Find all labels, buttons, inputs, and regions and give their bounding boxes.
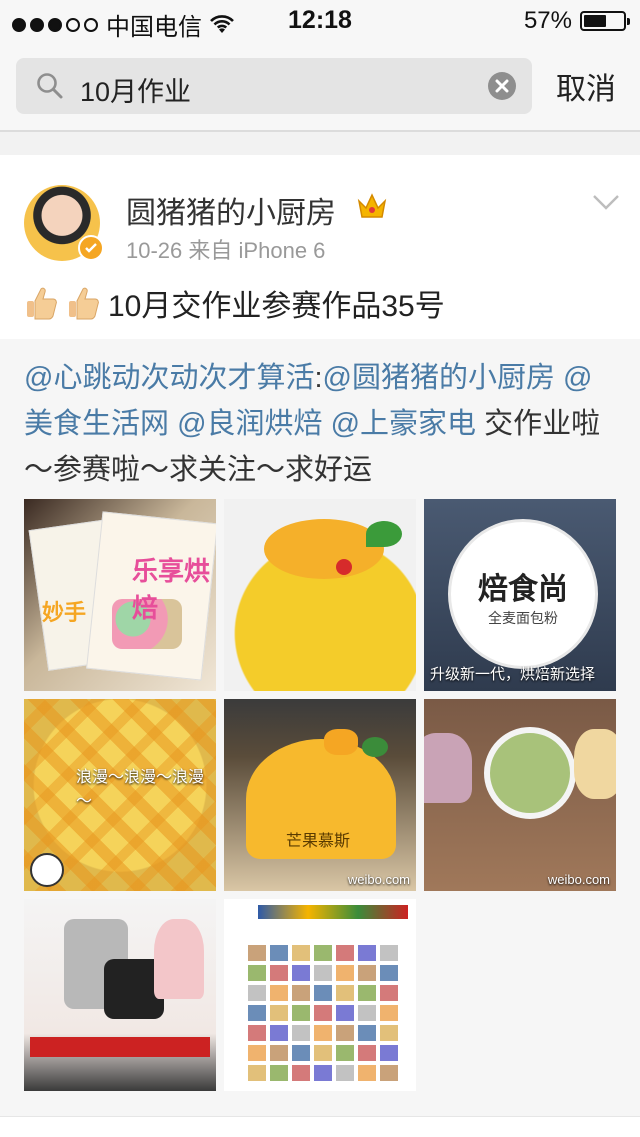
mini-avatar-tile xyxy=(292,985,310,1001)
mini-avatar-tile xyxy=(380,945,398,961)
post-time: 10-26 xyxy=(126,238,183,263)
mini-avatar-tile xyxy=(270,1045,288,1061)
clear-icon[interactable] xyxy=(488,72,516,100)
mention-link[interactable]: @心跳动次动次才算活 xyxy=(24,362,314,394)
mini-avatar-tile xyxy=(336,985,354,1001)
mini-avatar-tile xyxy=(270,1025,288,1041)
cancel-button[interactable]: 取消 xyxy=(556,64,616,108)
mini-avatar-tile xyxy=(292,965,310,981)
stamp-caption: 升级新一代，烘焙新选择 xyxy=(430,666,596,683)
repost-block[interactable]: @心跳动次动次才算活:@圆猪猪的小厨房 @美食生活网 @良润烘焙 @上豪家电 交… xyxy=(0,339,640,1136)
mini-avatar-tile xyxy=(270,965,288,981)
magazine-small-title: 妙手 xyxy=(42,600,87,625)
mini-avatar-tile xyxy=(358,1025,376,1041)
post-source: iPhone 6 xyxy=(238,238,326,263)
search-input[interactable]: 10月作业 xyxy=(16,58,532,114)
mini-avatar-tile xyxy=(314,1045,332,1061)
search-icon xyxy=(37,73,63,99)
search-query: 10月作业 xyxy=(80,77,192,107)
mini-avatar-tile xyxy=(270,1065,288,1081)
mini-avatar-tile xyxy=(248,1025,266,1041)
mini-avatar-tile xyxy=(358,1065,376,1081)
stamp-main-text: 焙食尚 xyxy=(478,573,568,606)
status-right: 57% xyxy=(523,7,630,35)
mini-avatar-tile xyxy=(358,1005,376,1021)
username[interactable]: 圆猪猪的小厨房 xyxy=(126,188,336,232)
mini-avatar-tile xyxy=(292,1065,310,1081)
repost-text: @心跳动次动次才算活:@圆猪猪的小厨房 @美食生活网 @良润烘焙 @上豪家电 交… xyxy=(24,355,620,493)
mini-avatar-tile xyxy=(314,965,332,981)
weibo-post[interactable]: 圆猪猪的小厨房 10-26 来自 iPhone 6 10月交作业参赛作品35号 … xyxy=(0,155,640,1136)
thumbs-up-icon xyxy=(69,287,99,320)
photo-tarts[interactable]: weibo.com xyxy=(424,699,616,891)
verified-badge-icon xyxy=(78,235,104,261)
mini-avatar-tile xyxy=(270,985,288,1001)
post-meta: 10-26 来自 iPhone 6 xyxy=(126,233,325,265)
mini-avatar-tile xyxy=(336,965,354,981)
mini-avatar-tile xyxy=(358,945,376,961)
mini-avatar-tile xyxy=(292,945,310,961)
mini-avatar-tile xyxy=(314,1005,332,1021)
watermark: weibo.com xyxy=(547,872,610,887)
cake-label: 芒果慕斯 xyxy=(286,833,351,850)
photo-avatar-grid[interactable] xyxy=(224,899,416,1091)
chevron-down-icon[interactable] xyxy=(592,193,620,211)
battery-percent: 57% xyxy=(523,7,572,34)
post-body: 10月交作业参赛作品35号 xyxy=(108,290,445,323)
mini-avatar-tile xyxy=(380,1045,398,1061)
repost-colon: : xyxy=(314,362,323,394)
photo-kitchen-mixer[interactable] xyxy=(24,899,216,1091)
mini-avatar-tile xyxy=(380,1005,398,1021)
mini-avatar-tile xyxy=(270,1005,288,1021)
mini-avatar-tile xyxy=(314,945,332,961)
photo-mango-cake[interactable] xyxy=(224,499,416,691)
post-source-prefix: 来自 xyxy=(188,238,233,263)
mini-avatar-tile xyxy=(248,1045,266,1061)
photo-mango-mousse[interactable]: 芒果慕斯 weibo.com xyxy=(224,699,416,891)
mini-avatar-tile xyxy=(358,985,376,1001)
mini-avatar-tile xyxy=(336,1065,354,1081)
mini-avatar-tile xyxy=(314,1065,332,1081)
mini-avatar-tile xyxy=(248,965,266,981)
status-bar: 中国电信 12:18 57% xyxy=(0,0,640,41)
post-text: 10月交作业参赛作品35号 xyxy=(24,281,445,325)
mini-avatar-tile xyxy=(292,1005,310,1021)
crown-icon[interactable] xyxy=(356,191,388,221)
stamp-logo: 焙食尚 全麦面包粉 xyxy=(448,519,598,669)
mini-avatar-tile xyxy=(292,1045,310,1061)
photo-flour-stamp[interactable]: 焙食尚 全麦面包粉 升级新一代，烘焙新选择 xyxy=(424,499,616,691)
mini-avatar-tile xyxy=(270,945,288,961)
mini-avatar-tile xyxy=(248,945,266,961)
mini-avatar-tile xyxy=(248,1005,266,1021)
mini-avatar-tile xyxy=(380,965,398,981)
mini-avatar-tile xyxy=(336,1025,354,1041)
mention-link[interactable]: @上豪家电 xyxy=(331,408,476,440)
mini-avatar-tile xyxy=(380,985,398,1001)
mention-link[interactable]: @圆猪猪的小厨房 xyxy=(323,362,555,394)
mini-avatar-tile xyxy=(248,1065,266,1081)
thumbs-up-icon xyxy=(27,287,57,320)
mini-avatar-tile xyxy=(380,1065,398,1081)
magazine-title: 乐享烘焙 xyxy=(132,556,211,623)
mini-avatar-tile xyxy=(336,945,354,961)
mini-avatar-tile xyxy=(292,1025,310,1041)
mini-avatar-tile xyxy=(336,1005,354,1021)
mini-avatar-tile xyxy=(358,965,376,981)
bottom-separator xyxy=(0,1116,640,1137)
photo-magazine[interactable]: 乐享烘焙 妙手 xyxy=(24,499,216,691)
stamp-sub-text: 全麦面包粉 xyxy=(488,610,558,626)
photo-mango-pieces[interactable]: 浪漫～浪漫～浪漫～ xyxy=(24,699,216,891)
handwriting-caption: 浪漫～浪漫～浪漫～ xyxy=(76,769,205,810)
mini-avatar-tile xyxy=(336,1045,354,1061)
mini-avatar-tile xyxy=(314,1025,332,1041)
mini-avatar-tile xyxy=(314,985,332,1001)
battery-icon xyxy=(580,11,630,31)
battery-level xyxy=(584,15,606,27)
watermark: weibo.com xyxy=(347,872,410,887)
mention-link[interactable]: @良润烘焙 xyxy=(177,408,322,440)
search-header: 10月作业 取消 xyxy=(0,40,640,132)
mini-avatar-tile xyxy=(248,985,266,1001)
mini-avatar-tile xyxy=(358,1045,376,1061)
mini-avatar-tile xyxy=(380,1025,398,1041)
